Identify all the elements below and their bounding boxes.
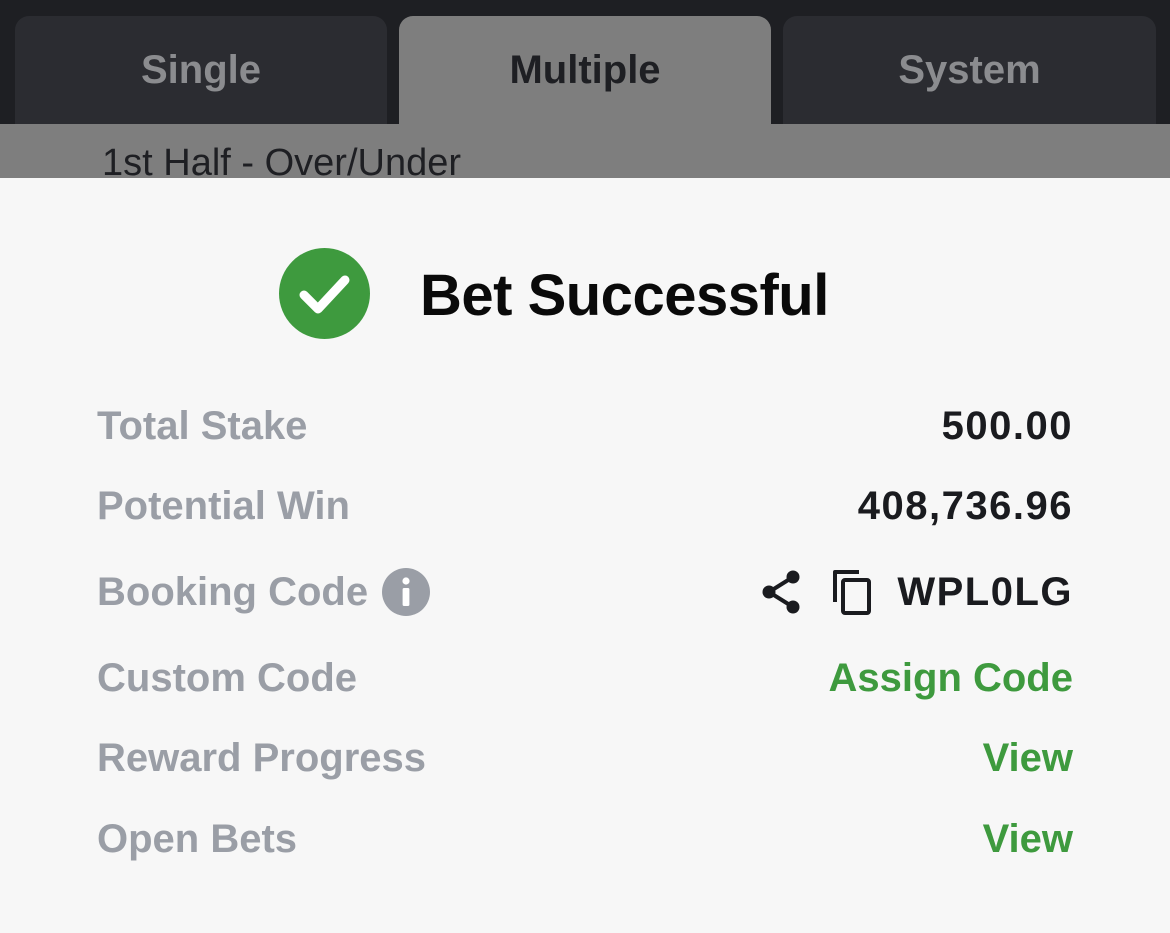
tab-single[interactable]: Single — [15, 16, 387, 124]
reward-progress-view-link[interactable]: View — [983, 736, 1073, 781]
custom-code-label: Custom Code — [97, 655, 357, 700]
reward-progress-row: Reward Progress View — [97, 728, 1073, 788]
assign-code-link[interactable]: Assign Code — [829, 656, 1073, 701]
potential-win-label: Potential Win — [97, 483, 350, 528]
booking-code-row: Booking Code WPL0LG — [97, 562, 1073, 622]
total-stake-row: Total Stake 500.00 — [97, 396, 1073, 456]
open-bets-row: Open Bets View — [97, 809, 1073, 869]
reward-progress-label: Reward Progress — [97, 735, 427, 780]
tab-multiple[interactable]: Multiple — [399, 16, 771, 124]
open-bets-view-link[interactable]: View — [983, 817, 1073, 862]
market-strip: 1st Half - Over/Under — [0, 124, 1170, 178]
custom-code-row: Custom Code Assign Code — [97, 648, 1073, 708]
share-icon[interactable] — [759, 569, 803, 615]
bet-success-sheet: Bet Successful Total Stake 500.00 Potent… — [0, 178, 1170, 933]
success-title: Bet Successful — [420, 263, 829, 328]
copy-icon[interactable] — [831, 568, 873, 616]
total-stake-label: Total Stake — [97, 403, 308, 448]
tab-system[interactable]: System — [783, 16, 1156, 124]
potential-win-row: Potential Win 408,736.96 — [97, 476, 1073, 536]
success-header: Bet Successful — [0, 248, 1170, 340]
bet-type-tabbar: Single Multiple System — [0, 0, 1170, 124]
info-icon[interactable] — [382, 568, 431, 616]
market-label: 1st Half - Over/Under — [102, 142, 461, 178]
potential-win-value: 408,736.96 — [857, 483, 1073, 528]
total-stake-value: 500.00 — [941, 403, 1073, 448]
booking-code-label-group: Booking Code — [97, 568, 431, 616]
open-bets-label: Open Bets — [97, 816, 298, 861]
check-circle-icon — [279, 248, 370, 339]
booking-code-value: WPL0LG — [897, 569, 1073, 614]
booking-code-label: Booking Code — [97, 569, 369, 614]
booking-code-group: WPL0LG — [759, 568, 1073, 616]
